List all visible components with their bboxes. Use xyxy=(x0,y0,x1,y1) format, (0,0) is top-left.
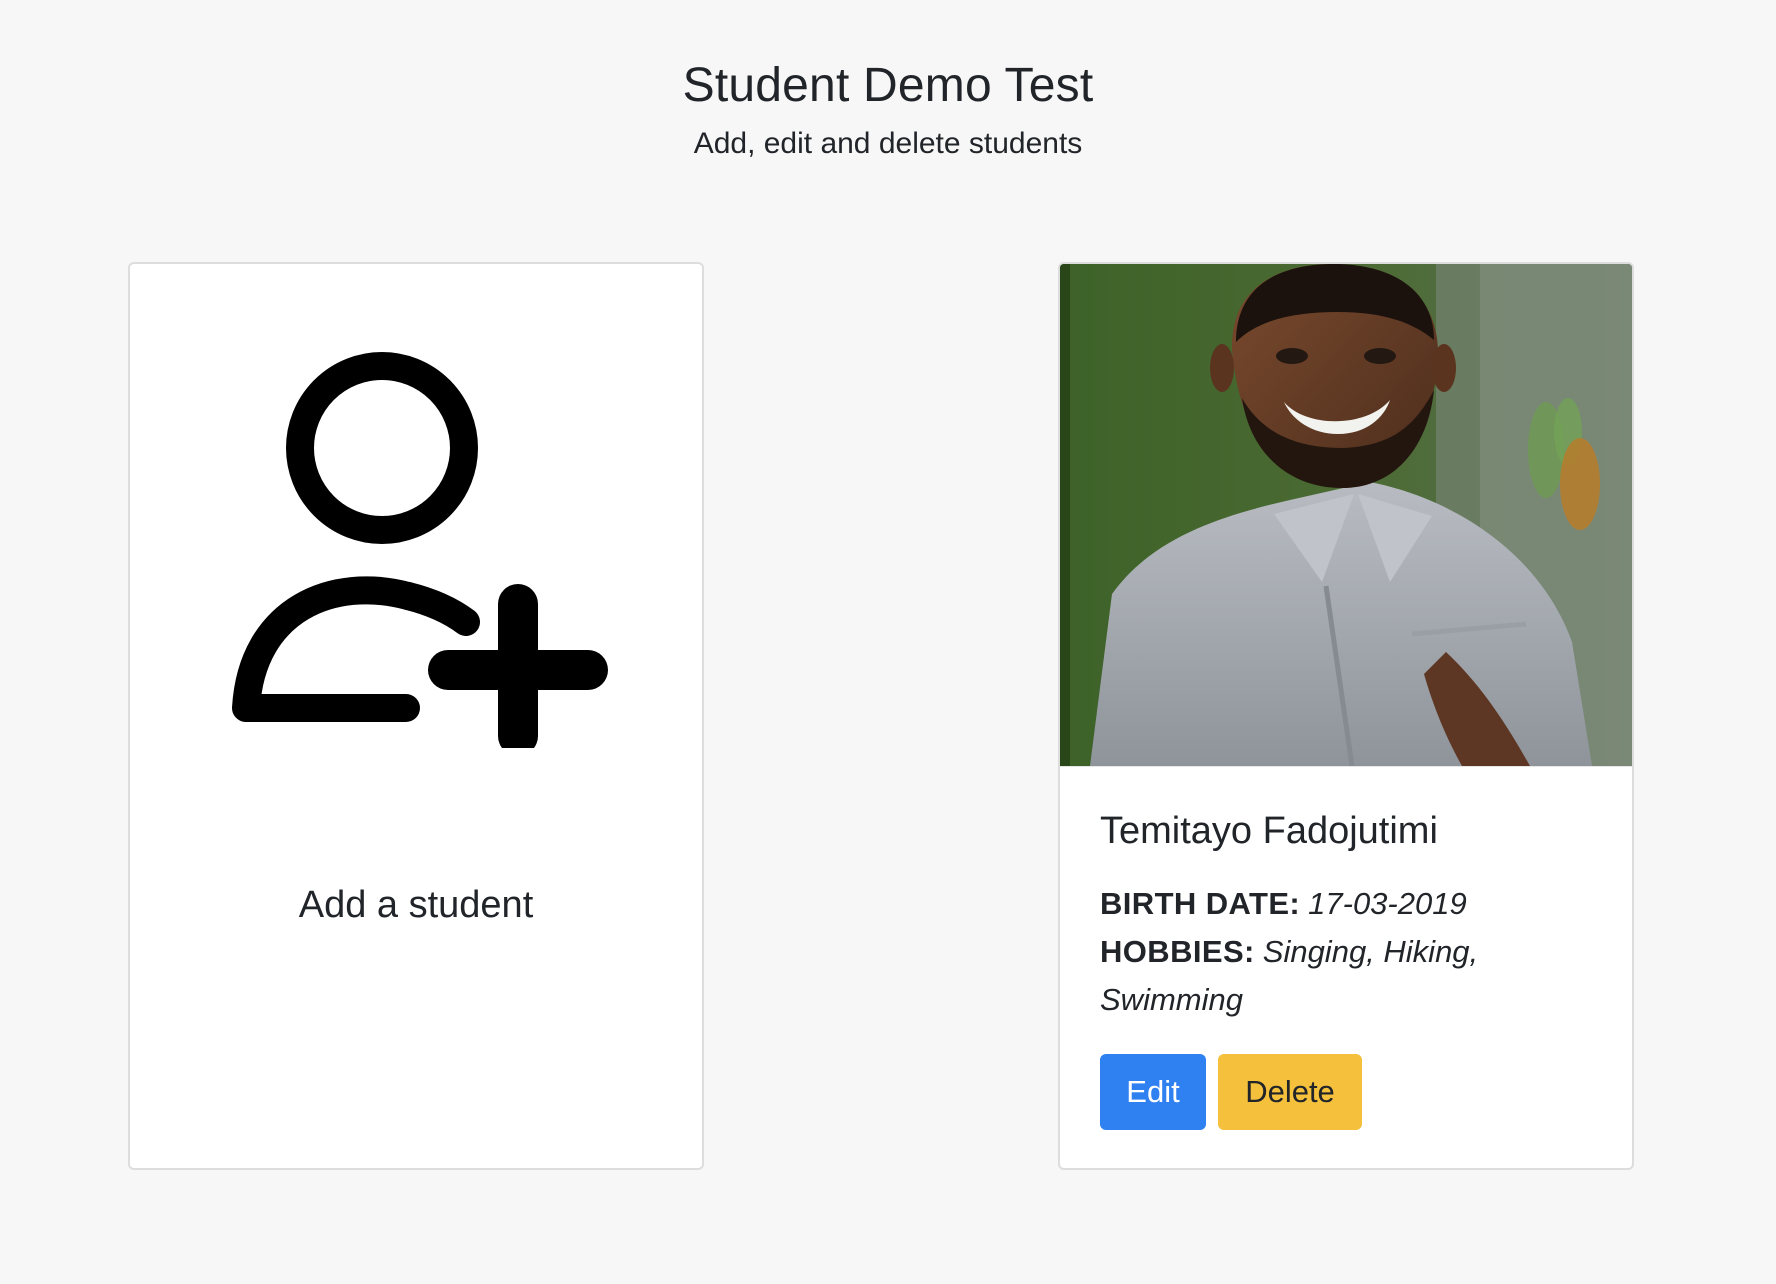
student-photo xyxy=(1060,264,1632,767)
page-subtitle: Add, edit and delete students xyxy=(693,127,1083,160)
student-name: Temitayo Fadojutimi xyxy=(1100,810,1438,852)
student-card: Temitayo Fadojutimi BIRTH DATE: 17-03-201… xyxy=(1058,262,1634,1170)
add-student-label: Add a student xyxy=(298,884,534,926)
hobbies-row: HOBBIES: Singing, Hiking, Swimming xyxy=(1100,928,1600,1024)
birth-date-label: BIRTH DATE: xyxy=(1100,886,1301,921)
edit-button[interactable]: Edit xyxy=(1100,1054,1206,1130)
delete-button[interactable]: Delete xyxy=(1218,1054,1362,1130)
add-student-card[interactable]: Add a student xyxy=(128,262,704,1170)
birth-date-value: 17-03-2019 xyxy=(1308,886,1467,921)
page-title: Student Demo Test xyxy=(682,59,1094,112)
birth-date-row: BIRTH DATE: 17-03-2019 xyxy=(1100,880,1600,928)
student-details: BIRTH DATE: 17-03-2019 HOBBIES: Singing, H… xyxy=(1100,880,1600,1024)
add-user-icon xyxy=(214,338,624,756)
hobbies-label: HOBBIES: xyxy=(1100,934,1255,969)
page-header: Student Demo Test Add, edit and delete s… xyxy=(0,58,1776,162)
page: Student Demo Test Add, edit and delete s… xyxy=(0,0,1776,1284)
student-actions: Edit Delete xyxy=(1100,1054,1362,1130)
